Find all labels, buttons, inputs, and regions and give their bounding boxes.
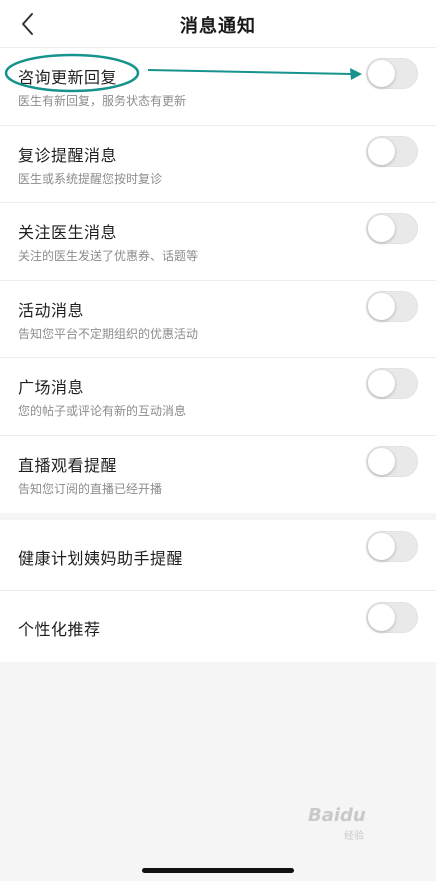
followed-doctor-toggle[interactable] xyxy=(366,213,418,244)
consult-reply-toggle[interactable] xyxy=(366,58,418,89)
setting-row-activity: 活动消息 告知您平台不定期组织的优惠活动 xyxy=(0,281,436,358)
setting-row-square: 广场消息 您的帖子或评论有新的互动消息 xyxy=(0,358,436,436)
toggle-knob xyxy=(368,292,395,320)
setting-row-live-reminder: 直播观看提醒 告知您订阅的直播已经开播 xyxy=(0,436,436,514)
setting-row-followed-doctor: 关注医生消息 关注的医生发送了优惠券、话题等 xyxy=(0,203,436,281)
square-toggle[interactable] xyxy=(366,368,418,399)
toggle-knob xyxy=(368,370,395,397)
setting-row-revisit-reminder: 复诊提醒消息 医生或系统提醒您按时复诊 xyxy=(0,126,436,203)
setting-title: 活动消息 xyxy=(18,300,85,320)
setting-description: 医生有新回复，服务状态有更新 xyxy=(18,94,187,108)
watermark-text: Baidu xyxy=(308,805,366,826)
notification-group-secondary: 健康计划姨妈助手提醒 个性化推荐 xyxy=(0,520,436,662)
activity-toggle[interactable] xyxy=(366,290,418,322)
period-assistant-toggle[interactable] xyxy=(366,531,418,562)
setting-title: 关注医生消息 xyxy=(18,223,118,242)
toggle-knob xyxy=(368,60,395,87)
home-indicator[interactable] xyxy=(142,868,294,873)
toggle-knob xyxy=(368,533,395,560)
revisit-reminder-toggle[interactable] xyxy=(366,135,418,167)
toggle-knob xyxy=(368,604,395,631)
setting-title: 健康计划姨妈助手提醒 xyxy=(18,549,184,568)
toggle-knob xyxy=(368,447,395,475)
setting-row-period-assistant: 健康计划姨妈助手提醒 xyxy=(0,520,436,591)
setting-row-personalized: 个性化推荐 xyxy=(0,591,436,662)
setting-description: 关注的医生发送了优惠券、话题等 xyxy=(18,249,199,263)
setting-description: 告知您订阅的直播已经开播 xyxy=(18,481,163,496)
setting-title: 咨询更新回复 xyxy=(18,68,118,87)
setting-title: 个性化推荐 xyxy=(18,620,101,639)
setting-title: 直播观看提醒 xyxy=(18,455,118,475)
setting-description: 您的帖子或评论有新的互动消息 xyxy=(18,404,187,418)
watermark-sub: 经验 xyxy=(344,831,364,842)
baidu-watermark: Baidu 经验 xyxy=(308,805,408,845)
setting-description: 医生或系统提醒您按时复诊 xyxy=(18,171,163,186)
setting-description: 告知您平台不定期组织的优惠活动 xyxy=(18,326,199,341)
setting-title: 广场消息 xyxy=(18,378,85,397)
live-reminder-toggle[interactable] xyxy=(366,445,418,477)
page-title: 消息通知 xyxy=(180,16,256,37)
toggle-knob xyxy=(368,137,395,165)
navigation-bar: 消息通知 xyxy=(0,0,436,48)
personalized-toggle[interactable] xyxy=(366,602,418,633)
notification-group-primary: 咨询更新回复 医生有新回复，服务状态有更新 复诊提醒消息 医生或系统提醒您按时复… xyxy=(0,48,436,513)
toggle-knob xyxy=(368,215,395,242)
notification-settings-screen: 消息通知 咨询更新回复 医生有新回复，服务状态有更新 复诊提醒消息 医生或系统提… xyxy=(0,0,436,881)
setting-row-consult-reply: 咨询更新回复 医生有新回复，服务状态有更新 xyxy=(0,48,436,126)
setting-title: 复诊提醒消息 xyxy=(18,145,118,165)
